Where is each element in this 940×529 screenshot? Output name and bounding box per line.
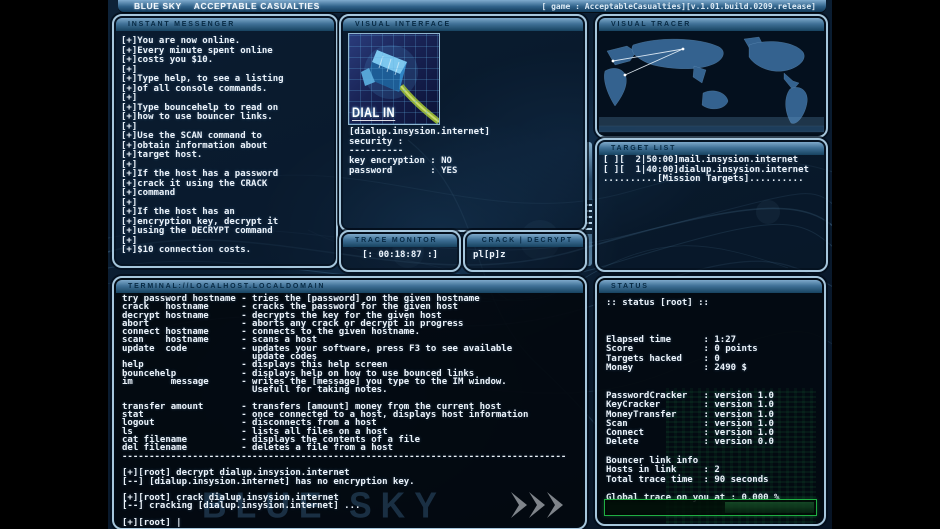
- instant-messenger-log: [+]You are now online. [+]Every minute s…: [121, 37, 284, 256]
- visual-interface-panel: VISUAL INTERFACE DIA: [339, 14, 587, 232]
- target-list-header: TARGET LIST: [599, 142, 824, 155]
- terminal-console[interactable]: try password hostname - tries the [passw…: [122, 295, 566, 527]
- trace-progress-fill: [725, 502, 814, 513]
- status-readout: :: status [root] :: Elapsed time : 1:27 …: [606, 299, 779, 504]
- visual-tracer-panel: VISUAL TRACER: [595, 14, 828, 138]
- trace-timer: [: 00:18:87 :]: [341, 251, 459, 261]
- target-list-entries: [ ][ 2|50:00]mail.insysion.internet [ ][…: [603, 156, 809, 185]
- session-version-label: [ game : AcceptableCasualties][v.1.01.bu…: [541, 2, 816, 11]
- dial-in-image: DIAL IN: [348, 33, 440, 125]
- world-map: [599, 31, 824, 134]
- dial-in-label: DIAL IN: [352, 104, 395, 121]
- terminal-header: TERMINAL://LOCALHOST.LOCALDOMAIN: [116, 280, 583, 293]
- visual-tracer-header: VISUAL TRACER: [599, 18, 824, 31]
- game-screen: BLUE SKY ACCEPTABLE CASUALTIES [ game : …: [108, 0, 832, 529]
- crack-decrypt-panel: CRACK | DECRYPT pl[p]z: [463, 230, 587, 272]
- product-title: BLUE SKY: [134, 1, 182, 11]
- screenshot-root: BLUE SKY ACCEPTABLE CASUALTIES [ game : …: [0, 0, 940, 529]
- status-header: STATUS: [599, 280, 822, 293]
- global-trace-progress-bar: [604, 499, 817, 516]
- terminal-panel: TERMINAL://LOCALHOST.LOCALDOMAIN BLUE SK…: [112, 276, 587, 529]
- instant-messenger-panel: INSTANT MESSENGER [+]You are now online.…: [112, 14, 338, 268]
- target-list-panel: TARGET LIST [ ][ 2|50:00]mail.insysion.i…: [595, 138, 828, 272]
- instant-messenger-header: INSTANT MESSENGER: [116, 18, 334, 31]
- game-logo: BLUE SKY ACCEPTABLE CASUALTIES: [134, 1, 320, 11]
- crack-decrypt-header: CRACK | DECRYPT: [467, 234, 583, 247]
- title-bar: BLUE SKY ACCEPTABLE CASUALTIES [ game : …: [118, 0, 826, 12]
- trace-monitor-header: TRACE MONITOR: [343, 234, 457, 247]
- crack-progress-value: pl[p]z: [473, 251, 506, 261]
- host-security-info: [dialup.insysion.internet] security : --…: [349, 128, 490, 177]
- visual-interface-header: VISUAL INTERFACE: [343, 18, 583, 31]
- trace-monitor-panel: TRACE MONITOR [: 00:18:87 :]: [339, 230, 461, 272]
- scenario-title: ACCEPTABLE CASUALTIES: [194, 1, 320, 11]
- status-panel: STATUS :: status [root] :: Elapsed time …: [595, 276, 826, 526]
